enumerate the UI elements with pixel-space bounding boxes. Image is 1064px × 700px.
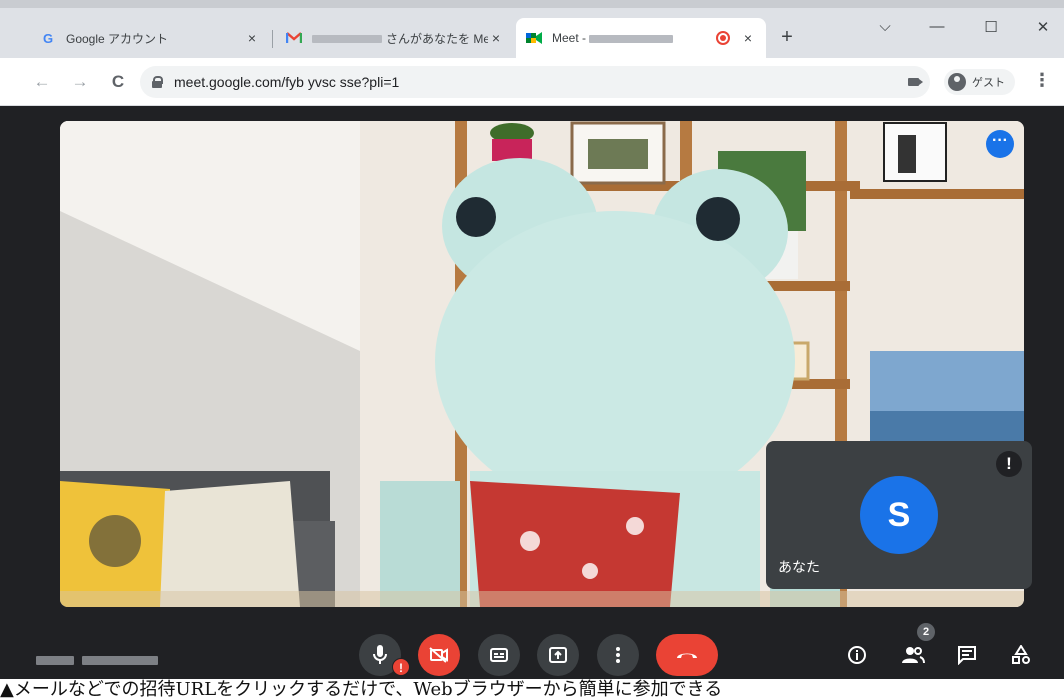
redacted-sender [312, 35, 382, 44]
tab-title: Google アカウント [66, 31, 169, 46]
address-bar[interactable]: meet.google.com/fyb yvsc sse?pli=1 [140, 66, 930, 98]
self-view-tile[interactable]: ! S あなた [766, 441, 1032, 589]
meet-icon [526, 30, 542, 46]
new-tab-button[interactable]: + [776, 26, 798, 48]
participants-count-badge: 2 [917, 623, 935, 641]
redacted-meeting-code [589, 34, 674, 43]
tab-meet[interactable]: Meet - × [516, 18, 766, 58]
profile-label: ゲスト [972, 77, 1005, 89]
recording-indicator-icon [716, 31, 730, 45]
profile-button[interactable]: ゲスト [944, 69, 1015, 95]
camera-in-use-icon[interactable] [908, 78, 923, 86]
camera-off-icon [429, 647, 448, 663]
microphone-icon [373, 645, 387, 664]
captions-icon [490, 648, 508, 662]
reload-button[interactable]: C [106, 70, 130, 94]
present-screen-icon [549, 647, 567, 663]
tab-search-icon[interactable]: ⌵ [872, 18, 898, 35]
self-avatar: S [860, 476, 938, 554]
mic-warning-badge[interactable]: ! [392, 658, 410, 676]
close-tab-icon[interactable]: × [244, 30, 260, 46]
warning-icon[interactable]: ! [996, 451, 1022, 477]
camera-toggle-button[interactable] [418, 634, 460, 676]
back-button[interactable]: ← [30, 70, 54, 94]
gmail-icon [286, 30, 302, 46]
browser-toolbar: ← → C meet.google.com/fyb yvsc sse?pli=1… [0, 58, 1064, 106]
close-tab-icon[interactable]: × [740, 30, 756, 46]
tab-separator [272, 30, 273, 48]
screenshot: G Google アカウント × さんがあなたを Meet × Meet - ×… [0, 0, 1064, 700]
meet-call-area [0, 107, 1064, 679]
browser-menu-button[interactable]: ⋮ [1032, 70, 1052, 91]
hang-up-icon [677, 653, 697, 658]
more-actions-button[interactable] [597, 634, 639, 676]
close-window-button[interactable]: ✕ [1030, 18, 1056, 36]
chat-icon[interactable] [952, 640, 982, 670]
participants-icon[interactable] [898, 640, 928, 670]
more-vert-icon [616, 647, 620, 663]
image-caption: ▲メールなどでの招待URLをクリックするだけで、Webブラウザーから簡単に参加で… [0, 679, 1064, 700]
google-g-icon: G [42, 30, 54, 46]
tab-title: Meet - [552, 31, 587, 45]
forward-button[interactable]: → [68, 70, 92, 94]
leave-call-button[interactable] [656, 634, 718, 676]
minimize-button[interactable]: — [924, 18, 950, 35]
tab-gmail-invite[interactable]: さんがあなたを Meet × [276, 18, 514, 58]
profile-avatar-icon [948, 73, 966, 91]
captions-button[interactable] [478, 634, 520, 676]
lock-icon[interactable] [152, 76, 163, 88]
meeting-details-icon[interactable] [842, 640, 872, 670]
maximize-button[interactable]: ☐ [978, 18, 1004, 36]
url-text[interactable]: meet.google.com/fyb yvsc sse?pli=1 [174, 74, 399, 90]
tab-title: さんがあなたを Meet [386, 31, 488, 46]
self-name-label: あなた [778, 559, 820, 575]
more-options-button[interactable]: ··· [986, 130, 1014, 158]
activities-icon[interactable] [1006, 640, 1036, 670]
close-tab-icon[interactable]: × [488, 30, 504, 46]
tab-google-account[interactable]: G Google アカウント × [30, 18, 270, 58]
meeting-title-redacted [36, 652, 158, 670]
present-screen-button[interactable] [537, 634, 579, 676]
